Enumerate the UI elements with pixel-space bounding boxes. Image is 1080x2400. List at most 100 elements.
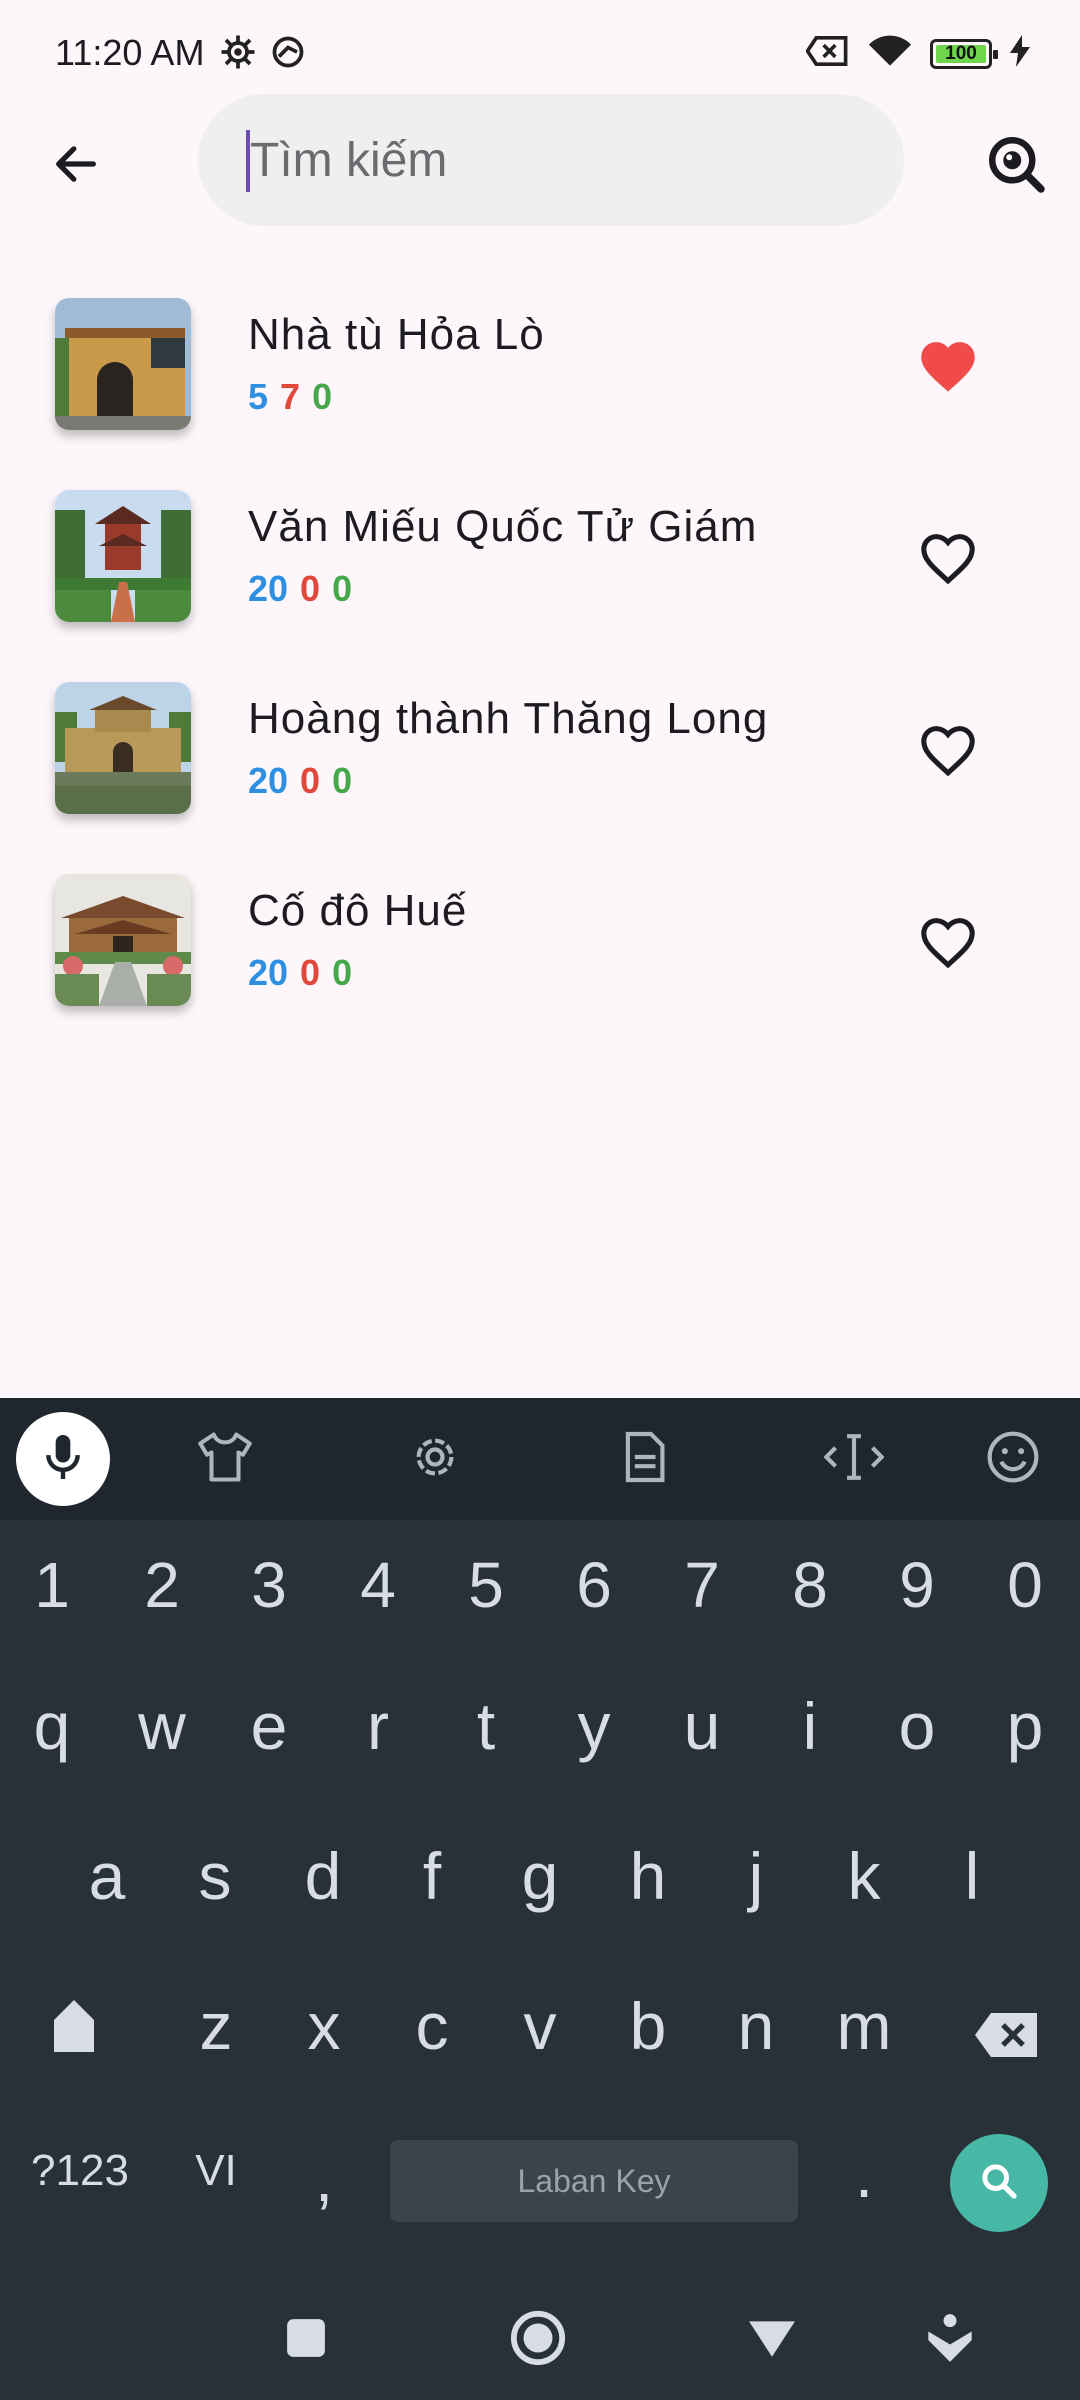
count-red: 7 — [280, 376, 301, 417]
voice-input-button[interactable] — [16, 1412, 110, 1506]
key-n[interactable]: n — [706, 1988, 806, 2064]
heart-outline-icon — [917, 914, 979, 975]
heart-outline-icon — [917, 530, 979, 591]
key-t[interactable]: t — [436, 1688, 536, 1764]
square-icon — [285, 2317, 327, 2364]
favorite-button[interactable] — [910, 522, 986, 598]
favorite-button[interactable] — [910, 330, 986, 406]
key-j[interactable]: j — [706, 1838, 806, 1914]
list-item[interactable]: Văn Miếu Quốc Tử Giám 20 0 0 — [0, 462, 1080, 654]
key-6[interactable]: 6 — [544, 1548, 644, 1622]
shift-key[interactable] — [24, 1994, 124, 2070]
key-3[interactable]: 3 — [219, 1548, 319, 1622]
keyboard-hide-icon — [926, 2312, 974, 2369]
language-key[interactable]: VI — [166, 2146, 266, 2196]
key-5[interactable]: 5 — [436, 1548, 536, 1622]
key-u[interactable]: u — [652, 1688, 752, 1764]
key-s[interactable]: s — [165, 1838, 265, 1914]
count-green: 0 — [312, 376, 333, 417]
key-a[interactable]: a — [57, 1838, 157, 1914]
battery-level: 100 — [945, 42, 977, 64]
search-input[interactable] — [250, 124, 810, 196]
key-x[interactable]: x — [274, 1988, 374, 2064]
key-2[interactable]: 2 — [112, 1548, 212, 1622]
key-b[interactable]: b — [598, 1988, 698, 2064]
search-action-key[interactable] — [950, 2134, 1048, 2232]
key-r[interactable]: r — [328, 1688, 428, 1764]
search-bar[interactable] — [198, 94, 904, 226]
period-key[interactable]: . — [814, 2136, 914, 2212]
favorite-button[interactable] — [910, 906, 986, 982]
key-k[interactable]: k — [814, 1838, 914, 1914]
place-counts: 20 0 0 — [248, 760, 352, 802]
count-green: 0 — [332, 568, 353, 609]
heart-filled-icon — [917, 338, 979, 399]
key-l[interactable]: l — [922, 1838, 1022, 1914]
key-p[interactable]: p — [975, 1688, 1075, 1764]
place-thumbnail — [55, 490, 191, 622]
text-cursor-move-icon — [823, 1429, 885, 1490]
clipboard-button[interactable] — [603, 1418, 685, 1500]
key-1[interactable]: 1 — [2, 1548, 102, 1622]
wifi-icon — [868, 34, 912, 73]
count-red: 0 — [300, 568, 321, 609]
charging-bolt-icon — [1010, 35, 1030, 72]
favorite-button[interactable] — [910, 714, 986, 790]
theme-button[interactable] — [184, 1418, 266, 1500]
key-o[interactable]: o — [867, 1688, 967, 1764]
soft-keyboard: 1 2 3 4 5 6 7 8 9 0 q w e r t y u i o p … — [0, 1398, 1080, 2400]
key-q[interactable]: q — [2, 1688, 102, 1764]
symbols-key[interactable]: ?123 — [20, 2146, 140, 2196]
tshirt-icon — [195, 1430, 255, 1489]
home-button[interactable] — [506, 2308, 570, 2372]
key-z[interactable]: z — [166, 1988, 266, 2064]
key-e[interactable]: e — [219, 1688, 319, 1764]
list-item[interactable]: Hoàng thành Thăng Long 20 0 0 — [0, 654, 1080, 846]
key-7[interactable]: 7 — [652, 1548, 752, 1622]
no-sim-icon — [805, 34, 850, 73]
visual-search-button[interactable] — [976, 126, 1056, 206]
place-counts: 20 0 0 — [248, 952, 352, 994]
hide-keyboard-button[interactable] — [918, 2308, 982, 2372]
key-i[interactable]: i — [760, 1688, 860, 1764]
heart-outline-icon — [917, 722, 979, 783]
list-item[interactable]: Cố đô Huế 20 0 0 — [0, 846, 1080, 1038]
comma-key[interactable]: , — [274, 2140, 374, 2216]
key-d[interactable]: d — [273, 1838, 373, 1914]
document-icon — [621, 1429, 667, 1490]
arrow-left-icon — [50, 138, 102, 195]
key-c[interactable]: c — [382, 1988, 482, 2064]
cursor-control-button[interactable] — [813, 1418, 895, 1500]
home-circle-icon — [509, 2309, 567, 2372]
list-item[interactable]: Nhà tù Hỏa Lò 5 7 0 — [0, 270, 1080, 462]
place-thumbnail — [55, 682, 191, 814]
key-v[interactable]: v — [490, 1988, 590, 2064]
key-f[interactable]: f — [382, 1838, 482, 1914]
place-title: Văn Miếu Quốc Tử Giám — [248, 502, 758, 551]
recents-button[interactable] — [274, 2308, 338, 2372]
key-0[interactable]: 0 — [975, 1548, 1075, 1622]
key-9[interactable]: 9 — [867, 1548, 967, 1622]
back-button[interactable] — [40, 130, 112, 202]
place-title: Hoàng thành Thăng Long — [248, 694, 769, 743]
key-h[interactable]: h — [598, 1838, 698, 1914]
place-counts: 5 7 0 — [248, 376, 332, 418]
key-4[interactable]: 4 — [328, 1548, 428, 1622]
back-nav-button[interactable] — [740, 2308, 804, 2372]
backspace-icon — [973, 1999, 1039, 2073]
system-nav-bar — [0, 2278, 1080, 2400]
count-red: 0 — [300, 760, 321, 801]
count-blue: 20 — [248, 952, 289, 993]
backspace-key[interactable] — [956, 1998, 1056, 2074]
keyboard-settings-button[interactable] — [394, 1418, 476, 1500]
key-m[interactable]: m — [814, 1988, 914, 2064]
key-g[interactable]: g — [490, 1838, 590, 1914]
key-w[interactable]: w — [112, 1688, 212, 1764]
emoji-button[interactable] — [972, 1418, 1054, 1500]
count-green: 0 — [332, 952, 353, 993]
gear-icon — [407, 1429, 463, 1490]
key-y[interactable]: y — [544, 1688, 644, 1764]
space-key[interactable]: Laban Key — [390, 2140, 798, 2222]
place-thumbnail — [55, 874, 191, 1006]
key-8[interactable]: 8 — [760, 1548, 860, 1622]
